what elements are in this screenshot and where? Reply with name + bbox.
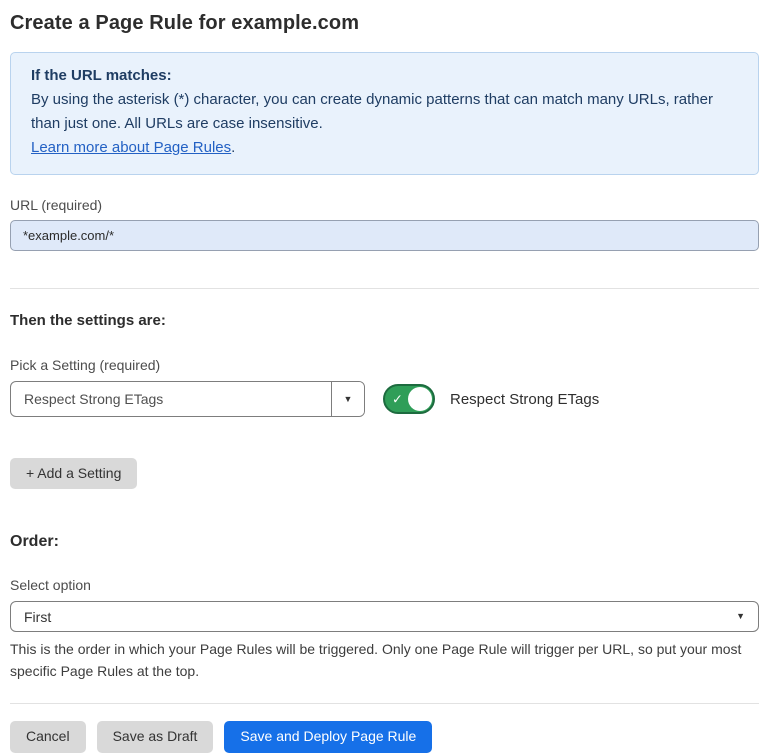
footer-actions: Cancel Save as Draft Save and Deploy Pag… [10, 721, 759, 752]
toggle-knob [408, 387, 432, 411]
link-suffix: . [231, 139, 235, 156]
add-setting-button[interactable]: + Add a Setting [10, 458, 137, 489]
setting-toggle-label: Respect Strong ETags [450, 391, 599, 408]
setting-row: Respect Strong ETags ▼ ✓ Respect Strong … [10, 381, 759, 417]
setting-select-value: Respect Strong ETags [11, 382, 331, 416]
url-input[interactable] [10, 220, 759, 251]
page-title: Create a Page Rule for example.com [10, 12, 759, 35]
order-select[interactable]: First ▼ [10, 601, 759, 632]
url-match-info-box: If the URL matches: By using the asteris… [10, 52, 759, 175]
setting-select[interactable]: Respect Strong ETags ▼ [10, 381, 365, 417]
check-icon: ✓ [392, 393, 403, 406]
order-section-heading: Order: [10, 533, 759, 551]
settings-section-heading: Then the settings are: [10, 312, 759, 329]
setting-select-arrow-button[interactable]: ▼ [331, 382, 364, 416]
chevron-down-icon: ▼ [344, 395, 353, 404]
info-box-heading: If the URL matches: [31, 64, 738, 88]
info-box-body: By using the asterisk (*) character, you… [31, 88, 738, 136]
setting-toggle[interactable]: ✓ [383, 384, 435, 414]
section-divider [10, 288, 759, 289]
order-select-value: First [24, 609, 51, 625]
cancel-button[interactable]: Cancel [10, 721, 86, 752]
url-field-label: URL (required) [10, 197, 759, 213]
page-rule-form: Create a Page Rule for example.com If th… [0, 0, 769, 753]
info-box-link-line: Learn more about Page Rules. [31, 136, 738, 160]
chevron-down-icon: ▼ [736, 612, 745, 621]
order-select-label: Select option [10, 577, 759, 593]
save-draft-button[interactable]: Save as Draft [97, 721, 214, 752]
footer-divider [10, 703, 759, 704]
order-help-text: This is the order in which your Page Rul… [10, 638, 759, 682]
save-deploy-button[interactable]: Save and Deploy Page Rule [224, 721, 432, 752]
learn-more-link[interactable]: Learn more about Page Rules [31, 139, 231, 156]
setting-picker-label: Pick a Setting (required) [10, 357, 759, 373]
